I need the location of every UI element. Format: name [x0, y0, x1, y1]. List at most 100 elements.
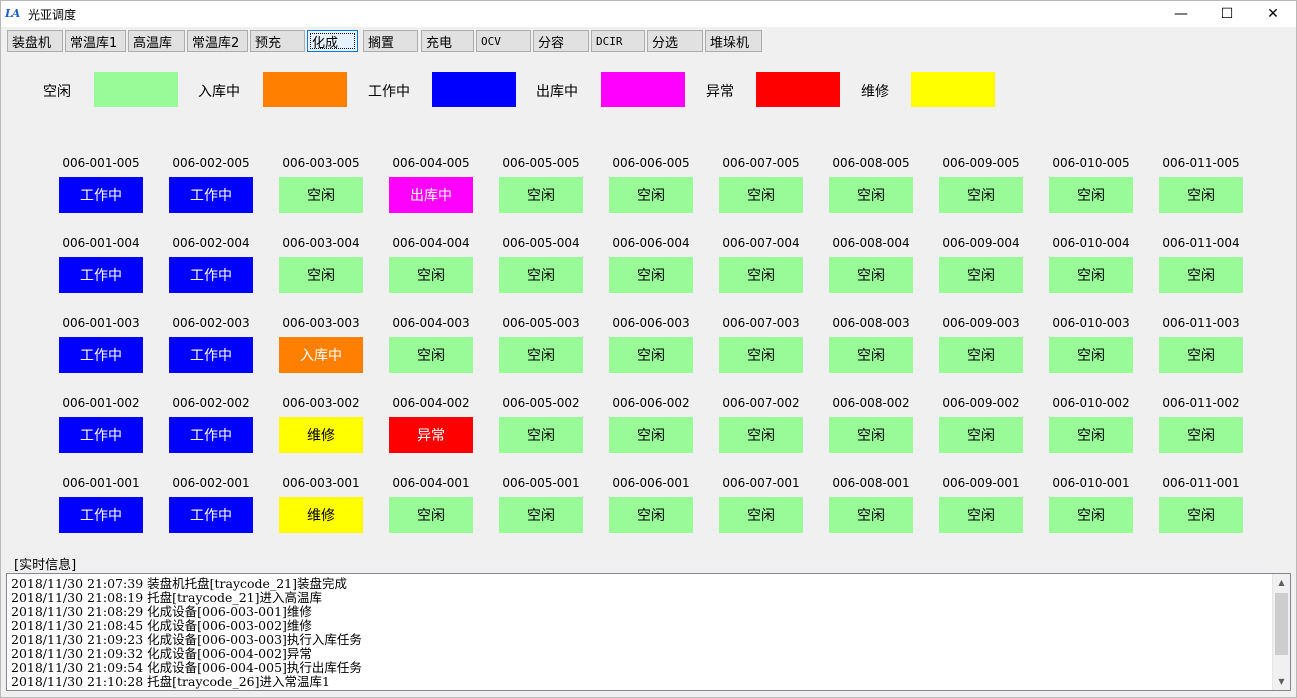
equipment-status-button[interactable]: 空闲: [609, 257, 693, 293]
equipment-status-button[interactable]: 空闲: [1049, 497, 1133, 533]
equipment-status-button[interactable]: 空闲: [719, 497, 803, 533]
equipment-id-label: 006-003-004: [282, 236, 360, 250]
scroll-down-icon[interactable]: ▼: [1273, 673, 1290, 690]
equipment-status-button[interactable]: 空闲: [279, 177, 363, 213]
app-logo-icon: LA: [5, 7, 20, 20]
scroll-thumb[interactable]: [1275, 593, 1288, 655]
equipment-status-button[interactable]: 空闲: [939, 337, 1023, 373]
log-line: 2018/11/30 21:09:54 化成设备[006-004-005]执行出…: [11, 660, 362, 675]
toolbar-button-7[interactable]: 搁置: [363, 30, 418, 52]
equipment-status-button[interactable]: 空闲: [1159, 497, 1243, 533]
equipment-status-button[interactable]: 工作中: [59, 417, 143, 453]
equipment-status-button[interactable]: 空闲: [939, 417, 1023, 453]
equipment-status-button[interactable]: 空闲: [829, 417, 913, 453]
maximize-button[interactable]: ☐: [1204, 1, 1250, 27]
toolbar-button-4[interactable]: 常温库2: [187, 30, 248, 52]
equipment-status-button[interactable]: 空闲: [1049, 337, 1133, 373]
equipment-status-button[interactable]: 空闲: [939, 177, 1023, 213]
equipment-id-label: 006-005-001: [502, 476, 580, 490]
equipment-status-button[interactable]: 空闲: [1049, 177, 1133, 213]
equipment-status-button[interactable]: 工作中: [59, 177, 143, 213]
equipment-id-label: 006-009-002: [942, 396, 1020, 410]
equipment-status-button[interactable]: 空闲: [609, 417, 693, 453]
equipment-id-label: 006-008-002: [832, 396, 910, 410]
equipment-status-button[interactable]: 工作中: [169, 337, 253, 373]
equipment-id-label: 006-002-002: [172, 396, 250, 410]
equipment-status-button[interactable]: 空闲: [829, 257, 913, 293]
equipment-id-label: 006-010-001: [1052, 476, 1130, 490]
legend-swatch: [263, 72, 347, 107]
toolbar-button-6[interactable]: 化成: [307, 30, 358, 52]
equipment-status-button[interactable]: 空闲: [719, 177, 803, 213]
equipment-status-button[interactable]: 空闲: [499, 497, 583, 533]
equipment-status-button[interactable]: 空闲: [719, 417, 803, 453]
equipment-id-label: 006-011-003: [1162, 316, 1240, 330]
legend-label: 出库中: [536, 84, 578, 100]
log-line: 2018/11/30 21:09:32 化成设备[006-004-002]异常: [11, 646, 312, 661]
equipment-status-button[interactable]: 空闲: [939, 497, 1023, 533]
equipment-id-label: 006-007-005: [722, 156, 800, 170]
log-line: 2018/11/30 21:08:45 化成设备[006-003-002]维修: [11, 618, 312, 633]
title-bar[interactable]: LA 光亚调度 — ☐ ✕: [1, 1, 1296, 27]
equipment-id-label: 006-009-005: [942, 156, 1020, 170]
equipment-status-button[interactable]: 入库中: [279, 337, 363, 373]
equipment-status-button[interactable]: 空闲: [1159, 417, 1243, 453]
toolbar-button-10[interactable]: 分容: [533, 30, 589, 52]
equipment-id-label: 006-007-003: [722, 316, 800, 330]
equipment-status-button[interactable]: 空闲: [389, 257, 473, 293]
equipment-status-button[interactable]: 空闲: [1159, 177, 1243, 213]
equipment-status-button[interactable]: 空闲: [609, 177, 693, 213]
toolbar-button-2[interactable]: 常温库1: [65, 30, 126, 52]
equipment-status-button[interactable]: 空闲: [499, 177, 583, 213]
equipment-id-label: 006-010-002: [1052, 396, 1130, 410]
toolbar-button-11[interactable]: DCIR: [591, 30, 645, 52]
equipment-status-button[interactable]: 空闲: [719, 257, 803, 293]
equipment-status-button[interactable]: 工作中: [59, 257, 143, 293]
equipment-status-button[interactable]: 空闲: [829, 497, 913, 533]
toolbar-button-13[interactable]: 堆垛机: [705, 30, 762, 52]
close-button[interactable]: ✕: [1250, 1, 1296, 27]
equipment-status-button[interactable]: 空闲: [609, 497, 693, 533]
minimize-button[interactable]: —: [1158, 1, 1204, 27]
equipment-status-button[interactable]: 空闲: [499, 417, 583, 453]
equipment-status-button[interactable]: 空闲: [499, 337, 583, 373]
equipment-status-button[interactable]: 工作中: [169, 497, 253, 533]
equipment-status-button[interactable]: 空闲: [389, 337, 473, 373]
equipment-id-label: 006-009-001: [942, 476, 1020, 490]
equipment-status-button[interactable]: 空闲: [829, 177, 913, 213]
log-scrollbar[interactable]: ▲ ▼: [1272, 574, 1290, 690]
equipment-status-button[interactable]: 工作中: [169, 417, 253, 453]
equipment-status-button[interactable]: 空闲: [829, 337, 913, 373]
toolbar-button-12[interactable]: 分选: [647, 30, 703, 52]
equipment-status-button[interactable]: 空闲: [389, 497, 473, 533]
equipment-status-button[interactable]: 空闲: [1049, 257, 1133, 293]
equipment-status-button[interactable]: 空闲: [1159, 337, 1243, 373]
equipment-status-button[interactable]: 异常: [389, 417, 473, 453]
scroll-up-icon[interactable]: ▲: [1273, 574, 1290, 591]
equipment-status-button[interactable]: 空闲: [1159, 257, 1243, 293]
toolbar-button-3[interactable]: 高温库: [128, 30, 185, 52]
equipment-status-button[interactable]: 工作中: [59, 337, 143, 373]
equipment-status-button[interactable]: 空闲: [939, 257, 1023, 293]
equipment-status-button[interactable]: 空闲: [279, 257, 363, 293]
equipment-status-button[interactable]: 空闲: [499, 257, 583, 293]
toolbar-button-1[interactable]: 装盘机: [7, 30, 63, 52]
equipment-id-label: 006-003-001: [282, 476, 360, 490]
equipment-status-button[interactable]: 空闲: [1049, 417, 1133, 453]
equipment-status-button[interactable]: 出库中: [389, 177, 473, 213]
log-line: 2018/11/30 21:07:39 装盘机托盘[traycode_21]装盘…: [11, 576, 347, 591]
equipment-status-button[interactable]: 工作中: [59, 497, 143, 533]
toolbar-button-9[interactable]: OCV: [476, 30, 531, 52]
equipment-status-button[interactable]: 维修: [279, 497, 363, 533]
equipment-status-button[interactable]: 空闲: [609, 337, 693, 373]
equipment-id-label: 006-005-003: [502, 316, 580, 330]
equipment-status-button[interactable]: 维修: [279, 417, 363, 453]
equipment-id-label: 006-006-001: [612, 476, 690, 490]
realtime-log[interactable]: 2018/11/30 21:07:39 装盘机托盘[traycode_21]装盘…: [6, 573, 1291, 691]
toolbar-button-5[interactable]: 预充: [250, 30, 305, 52]
equipment-id-label: 006-004-005: [392, 156, 470, 170]
equipment-status-button[interactable]: 工作中: [169, 177, 253, 213]
equipment-status-button[interactable]: 空闲: [719, 337, 803, 373]
toolbar-button-8[interactable]: 充电: [421, 30, 474, 52]
equipment-status-button[interactable]: 工作中: [169, 257, 253, 293]
